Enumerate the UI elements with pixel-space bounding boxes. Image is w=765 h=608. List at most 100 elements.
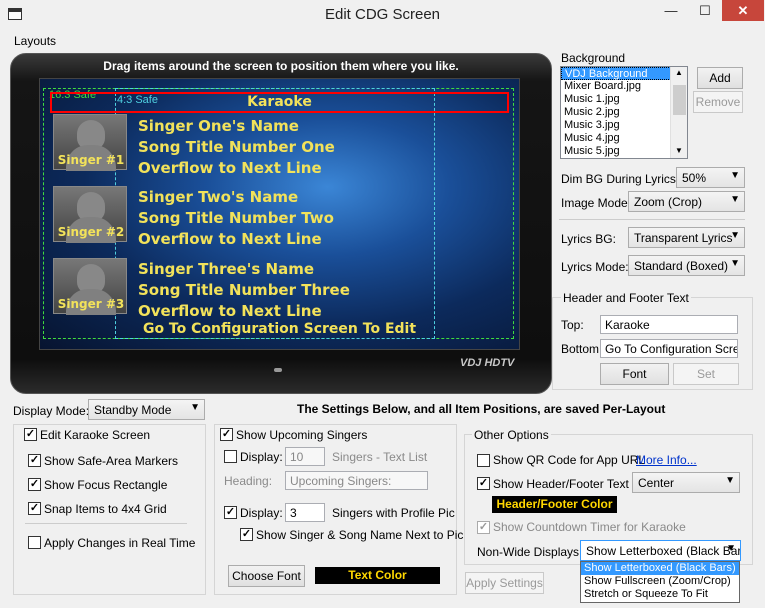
remove-button[interactable]: Remove bbox=[693, 91, 743, 113]
set-button[interactable]: Set bbox=[673, 363, 739, 385]
bg-item[interactable]: Music 2.jpg bbox=[561, 106, 687, 119]
show-name-checkbox[interactable]: ✓ bbox=[240, 528, 253, 541]
header-footer-label: Header and Footer Text bbox=[561, 291, 691, 305]
show-hf-checkbox[interactable]: ✓ bbox=[477, 477, 490, 490]
background-list-scrollbar[interactable]: ▲ ▼ bbox=[670, 67, 687, 158]
dim-dropdown[interactable]: 50% ▼ bbox=[676, 167, 745, 188]
heading-label: Heading: bbox=[224, 474, 273, 488]
safe-area-label: Show Safe-Area Markers bbox=[44, 454, 179, 468]
bg-item[interactable]: Mixer Board.jpg bbox=[561, 80, 687, 93]
edit-karaoke-checkbox[interactable]: ✓ bbox=[24, 428, 37, 441]
nonwide-option[interactable]: Show Fullscreen (Zoom/Crop) bbox=[581, 575, 739, 588]
upcoming-checkbox[interactable]: ✓ bbox=[220, 428, 233, 441]
singer-1-song[interactable]: Song Title Number One bbox=[138, 138, 335, 156]
more-info-link[interactable]: More Info... bbox=[636, 453, 697, 467]
nonwide-option[interactable]: Stretch or Squeeze To Fit bbox=[581, 588, 739, 601]
pic-list-count-value: 3 bbox=[290, 506, 297, 520]
snap-grid-label: Snap Items to 4x4 Grid bbox=[44, 502, 167, 516]
singer-1-name[interactable]: Singer One's Name bbox=[138, 117, 299, 135]
menu-layouts[interactable]: Layouts bbox=[14, 34, 56, 48]
hf-color-swatch[interactable]: Header/Footer Color bbox=[492, 496, 617, 513]
bg-item[interactable]: Music 1.jpg bbox=[561, 93, 687, 106]
background-label: Background bbox=[561, 51, 626, 65]
text-list-checkbox[interactable] bbox=[224, 450, 237, 463]
safe-area-checkbox[interactable]: ✓ bbox=[28, 454, 41, 467]
bg-item[interactable]: Music 5.jpg bbox=[561, 145, 687, 158]
choose-font-button[interactable]: Choose Font bbox=[228, 565, 305, 587]
dim-value: 50% bbox=[682, 171, 707, 185]
preview-footer-text[interactable]: Go To Configuration Screen To Edit bbox=[40, 321, 519, 337]
countdown-checkbox[interactable]: ✓ bbox=[477, 521, 490, 534]
nonwide-value: Show Letterboxed (Black Bars) bbox=[586, 544, 741, 558]
singer-3-pic[interactable]: Singer #3 bbox=[53, 258, 127, 315]
pic-list-label: Singers with Profile Pic bbox=[332, 506, 455, 520]
apply-settings-button[interactable]: Apply Settings bbox=[465, 572, 544, 594]
preview-hint: Drag items around the screen to position… bbox=[103, 59, 459, 73]
hf-align-dropdown[interactable]: Center ▼ bbox=[632, 472, 740, 493]
nonwide-option[interactable]: Show Letterboxed (Black Bars) bbox=[581, 562, 739, 575]
singer-1-pic[interactable]: Singer #1 bbox=[53, 114, 127, 171]
image-mode-dropdown[interactable]: Zoom (Crop) ▼ bbox=[628, 191, 745, 212]
image-mode-value: Zoom (Crop) bbox=[634, 195, 703, 209]
singer-1-overflow: Overflow to Next Line bbox=[138, 159, 322, 173]
apply-realtime-checkbox[interactable] bbox=[28, 536, 41, 549]
text-list-count[interactable]: 10 bbox=[285, 447, 325, 466]
scroll-up-icon[interactable]: ▲ bbox=[675, 68, 683, 77]
top-text-input[interactable]: Karaoke bbox=[600, 315, 738, 334]
chevron-down-icon: ▼ bbox=[730, 170, 740, 181]
singer-3-overflow: Overflow to Next Line bbox=[138, 302, 322, 316]
singer-2-pic[interactable]: Singer #2 bbox=[53, 186, 127, 243]
singer-1-pic-label: Singer #1 bbox=[57, 153, 125, 167]
focus-rect-checkbox[interactable]: ✓ bbox=[28, 478, 41, 491]
display-mode-dropdown[interactable]: Standby Mode ▼ bbox=[88, 399, 205, 420]
qr-checkbox[interactable] bbox=[477, 454, 490, 467]
scroll-thumb[interactable] bbox=[673, 85, 686, 115]
text-list-display-label: Display: bbox=[240, 450, 283, 464]
bg-item[interactable]: Music 3.jpg bbox=[561, 119, 687, 132]
nonwide-dropdown[interactable]: Show Letterboxed (Black Bars) ▼ bbox=[580, 540, 741, 561]
bottom-label: Bottom: bbox=[561, 342, 603, 356]
text-color-swatch[interactable]: Text Color bbox=[315, 567, 440, 584]
dim-label: Dim BG During Lyrics: bbox=[561, 172, 680, 186]
lyrics-mode-dropdown[interactable]: Standard (Boxed) ▼ bbox=[628, 255, 745, 276]
bottom-text-input[interactable]: Go To Configuration Screen bbox=[600, 339, 738, 358]
hf-align-value: Center bbox=[638, 476, 675, 490]
text-list-count-value: 10 bbox=[290, 450, 304, 464]
bg-item[interactable]: Music 4.jpg bbox=[561, 132, 687, 145]
show-name-label: Show Singer & Song Name Next to Pic bbox=[256, 528, 464, 542]
qr-label: Show QR Code for App URL bbox=[493, 453, 646, 467]
minimize-button[interactable]: — bbox=[654, 0, 688, 21]
heading-input[interactable]: Upcoming Singers: bbox=[285, 471, 428, 490]
display-mode-value: Standby Mode bbox=[94, 403, 172, 417]
pic-list-checkbox[interactable]: ✓ bbox=[224, 506, 237, 519]
text-list-label: Singers - Text List bbox=[332, 450, 428, 464]
singer-2-song[interactable]: Song Title Number Two bbox=[138, 209, 334, 227]
maximize-button[interactable]: ☐ bbox=[688, 0, 722, 21]
chevron-down-icon: ▼ bbox=[730, 194, 740, 205]
image-mode-label: Image Mode: bbox=[561, 196, 632, 210]
singer-3-song[interactable]: Song Title Number Three bbox=[138, 281, 350, 299]
show-hf-label: Show Header/Footer Text bbox=[493, 477, 629, 491]
pic-list-count[interactable]: 3 bbox=[285, 503, 325, 522]
close-button[interactable]: ✕ bbox=[722, 0, 764, 21]
preview-header-text[interactable]: Karaoke bbox=[50, 94, 509, 110]
font-button[interactable]: Font bbox=[600, 363, 669, 385]
scroll-down-icon[interactable]: ▼ bbox=[675, 146, 683, 155]
singer-2-name[interactable]: Singer Two's Name bbox=[138, 188, 298, 206]
edit-karaoke-label: Edit Karaoke Screen bbox=[40, 428, 151, 442]
singer-3-name[interactable]: Singer Three's Name bbox=[138, 260, 314, 278]
per-layout-notice: The Settings Below, and all Item Positio… bbox=[297, 402, 666, 416]
add-button[interactable]: Add bbox=[697, 67, 743, 89]
other-options-label: Other Options bbox=[472, 428, 551, 442]
nonwide-options-popup[interactable]: Show Letterboxed (Black Bars) Show Fulls… bbox=[580, 561, 740, 603]
menu-bar bbox=[0, 32, 765, 50]
divider bbox=[25, 523, 187, 524]
background-list[interactable]: VDJ Background Mixer Board.jpg Music 1.j… bbox=[560, 66, 688, 159]
window-title: Edit CDG Screen bbox=[324, 6, 441, 23]
preview-screen[interactable]: 16:3 Safe 4:3 Safe Karaoke Singer #1 Sin… bbox=[39, 78, 520, 350]
bg-item[interactable]: VDJ Background bbox=[561, 67, 673, 80]
lyrics-bg-value: Transparent Lyrics bbox=[634, 231, 733, 245]
focus-rect-label: Show Focus Rectangle bbox=[44, 478, 168, 492]
lyrics-bg-dropdown[interactable]: Transparent Lyrics ▼ bbox=[628, 227, 745, 248]
snap-grid-checkbox[interactable]: ✓ bbox=[28, 502, 41, 515]
